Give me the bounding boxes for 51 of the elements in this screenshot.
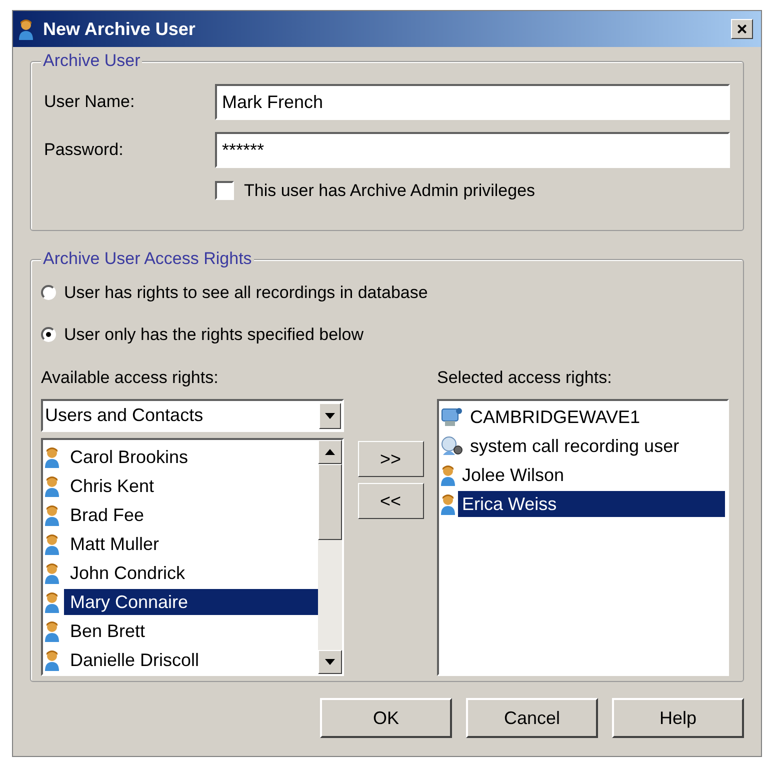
- list-item[interactable]: Danielle Driscoll: [64, 646, 318, 672]
- person-icon: [43, 504, 61, 526]
- checkbox[interactable]: [215, 181, 234, 200]
- dropdown-value: Users and Contacts: [45, 404, 204, 427]
- list-item[interactable]: Matt Muller: [64, 530, 318, 556]
- radio-label: User has rights to see all recordings in database: [64, 282, 428, 304]
- group-legend: Archive User Access Rights: [41, 249, 254, 269]
- list-label: Available access rights:: [41, 367, 220, 389]
- category-dropdown[interactable]: Users and Contacts: [41, 399, 344, 432]
- person-icon: [439, 464, 457, 486]
- available-list[interactable]: Carol Brookins Chris Kent Brad Fee Matt Muller John Condrick Mary Connaire Ben Brett Danielle Driscoll: [41, 438, 344, 676]
- computer-icon: [439, 406, 465, 428]
- person-icon: [17, 18, 35, 40]
- person-icon: [43, 562, 61, 584]
- list-item[interactable]: Chris Kent: [64, 472, 318, 498]
- radio-label: User only has the rights specified below: [64, 324, 364, 346]
- close-button[interactable]: ×: [731, 19, 753, 39]
- person-icon: [43, 620, 61, 642]
- list-item[interactable]: Carol Brookins: [64, 444, 318, 470]
- window-title: New Archive User: [43, 18, 196, 40]
- remove-button[interactable]: <<: [358, 483, 424, 519]
- scrollbar[interactable]: [318, 440, 342, 674]
- list-label: Selected access rights:: [437, 367, 613, 389]
- dialog-button[interactable]: Cancel: [466, 698, 598, 738]
- dialog-button[interactable]: Help: [612, 698, 744, 738]
- list-item[interactable]: John Condrick: [64, 560, 318, 586]
- dialog-button[interactable]: OK: [320, 698, 452, 738]
- text-field[interactable]: ******: [215, 132, 730, 168]
- person-icon: [43, 446, 61, 468]
- field-label: Password:: [44, 139, 124, 162]
- list-item[interactable]: CAMBRIDGEWAVE1: [466, 404, 725, 430]
- radio-button[interactable]: [41, 285, 56, 300]
- person-icon: [439, 492, 457, 514]
- add-button[interactable]: >>: [358, 441, 424, 477]
- person-icon: [43, 532, 61, 554]
- down-arrow-icon[interactable]: [325, 659, 335, 665]
- field-label: User Name:: [44, 91, 136, 114]
- person-icon: [43, 474, 61, 496]
- selected-list[interactable]: CAMBRIDGEWAVE1 system call recording user Jolee Wilson Erica Weiss: [437, 399, 729, 676]
- list-item[interactable]: Mary Connaire: [64, 588, 318, 614]
- list-item[interactable]: Ben Brett: [64, 618, 318, 644]
- list-item[interactable]: Erica Weiss: [458, 490, 725, 516]
- checkbox-label: This user has Archive Admin privileges: [244, 180, 536, 202]
- radio-button[interactable]: [41, 326, 56, 342]
- text-field[interactable]: Mark French: [215, 84, 730, 120]
- list-item[interactable]: system call recording user: [466, 432, 725, 458]
- list-item[interactable]: Jolee Wilson: [458, 462, 725, 488]
- up-arrow-icon[interactable]: [325, 449, 335, 455]
- list-item[interactable]: Brad Fee: [64, 502, 318, 528]
- person-icon: [43, 590, 61, 612]
- person-icon: [43, 648, 61, 670]
